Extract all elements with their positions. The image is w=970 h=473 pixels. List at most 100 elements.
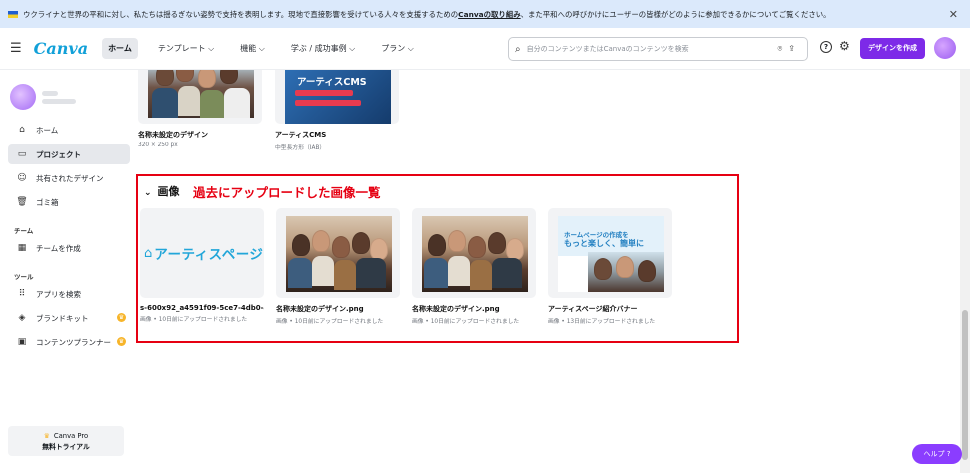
people-photo	[286, 216, 392, 292]
images-section-title[interactable]: ⌄ 画像	[144, 183, 180, 199]
calendar-icon: ▣	[17, 337, 27, 347]
search-input[interactable]: ⌕ 自分のコンテンツまたはCanvaのコンテンツを検索 ⌾⇪	[508, 37, 808, 61]
canva-logo[interactable]: Canva	[34, 39, 88, 58]
nav-plans[interactable]: プラン ⌵	[375, 38, 420, 59]
camera-upload-icon[interactable]: ⌾⇪	[777, 44, 801, 54]
design-meta: 中型長方形（IAB）	[275, 145, 326, 151]
help-icon[interactable]: ?	[820, 41, 832, 53]
design-card[interactable]: アーティスCMS アーティスCMS 中型長方形（IAB）	[275, 70, 399, 151]
sidebar-item-label: チームを作成	[36, 243, 81, 253]
sidebar: ⌂ ホーム ▭ プロジェクト ☺ 共有されたデザイン 🗑 ゴミ箱 チーム ▦ チ…	[0, 70, 134, 473]
sidebar-item-content-planner[interactable]: ▣ コンテンツプランナー ♛	[8, 332, 130, 352]
crown-icon: ♛	[43, 432, 50, 440]
design-card[interactable]: 名称未設定のデザイン 320 × 250 px	[138, 70, 262, 148]
sidebar-item-projects[interactable]: ▭ プロジェクト	[8, 144, 130, 164]
annotation-text: 過去にアップロードした画像一覧	[193, 185, 381, 200]
people-photo	[588, 252, 664, 292]
sidebar-item-brand-kit[interactable]: ◈ ブランドキット ♛	[8, 308, 130, 328]
design-name[interactable]: 名称未設定のデザイン	[138, 130, 262, 140]
sidebar-item-trash[interactable]: 🗑 ゴミ箱	[8, 192, 130, 212]
artis-logo-image: ⌂ アーティスページ	[144, 238, 264, 268]
user-name-placeholder	[42, 88, 76, 107]
sidebar-item-label: コンテンツプランナー	[36, 337, 111, 347]
tools-heading: ツール	[14, 273, 34, 281]
team-heading: チーム	[14, 227, 34, 235]
user-avatar	[10, 84, 36, 110]
trash-icon: 🗑	[16, 197, 28, 207]
sidebar-item-label: アプリを検索	[36, 289, 81, 299]
banner-link[interactable]: Canvaの取り組み	[458, 9, 520, 20]
nav-home[interactable]: ホーム	[102, 38, 138, 59]
pro-subtitle: 無料トライアル	[42, 443, 90, 451]
design-meta: 320 × 250 px	[138, 142, 178, 148]
design-thumbnail[interactable]: アーティスCMS	[275, 70, 399, 124]
artis-logo-text: アーティスページ	[154, 247, 264, 263]
house-icon: ⌂	[144, 245, 153, 261]
image-thumbnail[interactable]: ホームページの作成を もっと楽しく、簡単に	[548, 208, 672, 298]
brand-kit-icon: ◈	[18, 313, 26, 323]
help-button[interactable]: ヘルプ ?	[912, 444, 962, 464]
image-meta: 画像 • 13日前にアップロードされました	[548, 319, 656, 325]
image-meta: 画像 • 10日前にアップロードされました	[276, 319, 384, 325]
pro-title: Canva Pro	[53, 432, 89, 440]
sidebar-item-create-team[interactable]: ▦ チームを作成	[8, 238, 130, 258]
sidebar-item-apps[interactable]: ⠿ アプリを検索	[8, 284, 130, 304]
canva-app: ウクライナと世界の平和に対し、私たちは揺るぎない姿勢で支持を表明します。現地で直…	[0, 0, 970, 473]
image-meta: 画像 • 10日前にアップロードされました	[140, 317, 248, 323]
scrollbar-thumb[interactable]	[962, 310, 968, 460]
image-card[interactable]: ホームページの作成を もっと楽しく、簡単に アーティスページ紹介バナー 画像 •…	[548, 208, 672, 325]
chevron-down-icon[interactable]: ⌄	[144, 188, 152, 198]
image-name[interactable]: 名称未設定のデザイン.png	[276, 304, 400, 314]
people-icon: ☺	[17, 173, 27, 183]
ukraine-flag-icon	[8, 10, 18, 18]
crown-icon: ♛	[117, 337, 126, 346]
sidebar-item-label: プロジェクト	[36, 149, 81, 159]
avatar[interactable]	[934, 37, 956, 59]
folder-icon: ▭	[17, 149, 27, 159]
cms-banner-image: アーティスCMS	[285, 70, 391, 124]
image-name[interactable]: s-600x92_a4591f09-5ce7-4db0-a7...	[140, 304, 264, 312]
top-navigation: ☰ Canva ホーム テンプレート ⌵ 機能 ⌵ 学ぶ / 成功事例 ⌵ プラ…	[0, 28, 970, 70]
sidebar-item-home[interactable]: ⌂ ホーム	[8, 120, 130, 140]
sidebar-item-label: ゴミ箱	[36, 197, 59, 207]
gear-icon[interactable]: ⚙	[839, 39, 850, 53]
design-name[interactable]: アーティスCMS	[275, 130, 399, 140]
image-name[interactable]: 名称未設定のデザイン.png	[412, 304, 536, 314]
image-card[interactable]: 名称未設定のデザイン.png 画像 • 10日前にアップロードされました	[276, 208, 400, 325]
image-meta: 画像 • 10日前にアップロードされました	[412, 319, 520, 325]
sidebar-item-shared[interactable]: ☺ 共有されたデザイン	[8, 168, 130, 188]
crown-icon: ♛	[117, 313, 126, 322]
search-icon: ⌕	[515, 43, 521, 55]
home-icon: ⌂	[19, 125, 25, 135]
images-section-label: 画像	[157, 185, 180, 198]
image-name[interactable]: アーティスページ紹介バナー	[548, 304, 672, 314]
ukraine-banner: ウクライナと世界の平和に対し、私たちは揺るぎない姿勢で支持を表明します。現地で直…	[0, 0, 970, 28]
banner-text: ウクライナと世界の平和に対し、私たちは揺るぎない姿勢で支持を表明します。現地で直…	[23, 9, 459, 19]
image-thumbnail[interactable]	[276, 208, 400, 298]
user-profile[interactable]	[10, 84, 76, 110]
sidebar-item-label: 共有されたデザイン	[36, 173, 104, 183]
create-design-button[interactable]: デザインを作成	[860, 38, 925, 59]
sidebar-item-label: ホーム	[36, 125, 59, 135]
banner-line-2: もっと楽しく、簡単に	[564, 239, 644, 248]
nav-learn[interactable]: 学ぶ / 成功事例 ⌵	[285, 38, 361, 59]
image-thumbnail[interactable]: ⌂ アーティスページ	[140, 208, 264, 298]
image-card[interactable]: ⌂ アーティスページ s-600x92_a4591f09-5ce7-4db0-a…	[140, 208, 264, 323]
apps-icon: ⠿	[18, 289, 26, 299]
homepage-banner-image: ホームページの作成を もっと楽しく、簡単に	[558, 216, 664, 292]
search-placeholder: 自分のコンテンツまたはCanvaのコンテンツを検索	[526, 45, 689, 53]
canva-pro-trial[interactable]: ♛ Canva Pro 無料トライアル	[8, 426, 124, 456]
image-card[interactable]: 名称未設定のデザイン.png 画像 • 10日前にアップロードされました	[412, 208, 536, 325]
close-icon[interactable]: ✕	[949, 8, 958, 21]
cms-thumb-title: アーティスCMS	[297, 77, 367, 88]
nav-features[interactable]: 機能 ⌵	[234, 38, 271, 59]
sidebar-item-label: ブランドキット	[36, 313, 89, 323]
menu-icon[interactable]: ☰	[10, 41, 22, 56]
nav-templates[interactable]: テンプレート ⌵	[152, 38, 220, 59]
design-thumbnail[interactable]	[138, 70, 262, 124]
building-icon: ▦	[17, 243, 27, 253]
image-thumbnail[interactable]	[412, 208, 536, 298]
banner-text-after: 、また平和への呼びかけにユーザーの皆様がどのように参加できるかについてご覧くださ…	[520, 9, 831, 19]
people-photo	[422, 216, 528, 292]
people-photo	[148, 70, 254, 118]
